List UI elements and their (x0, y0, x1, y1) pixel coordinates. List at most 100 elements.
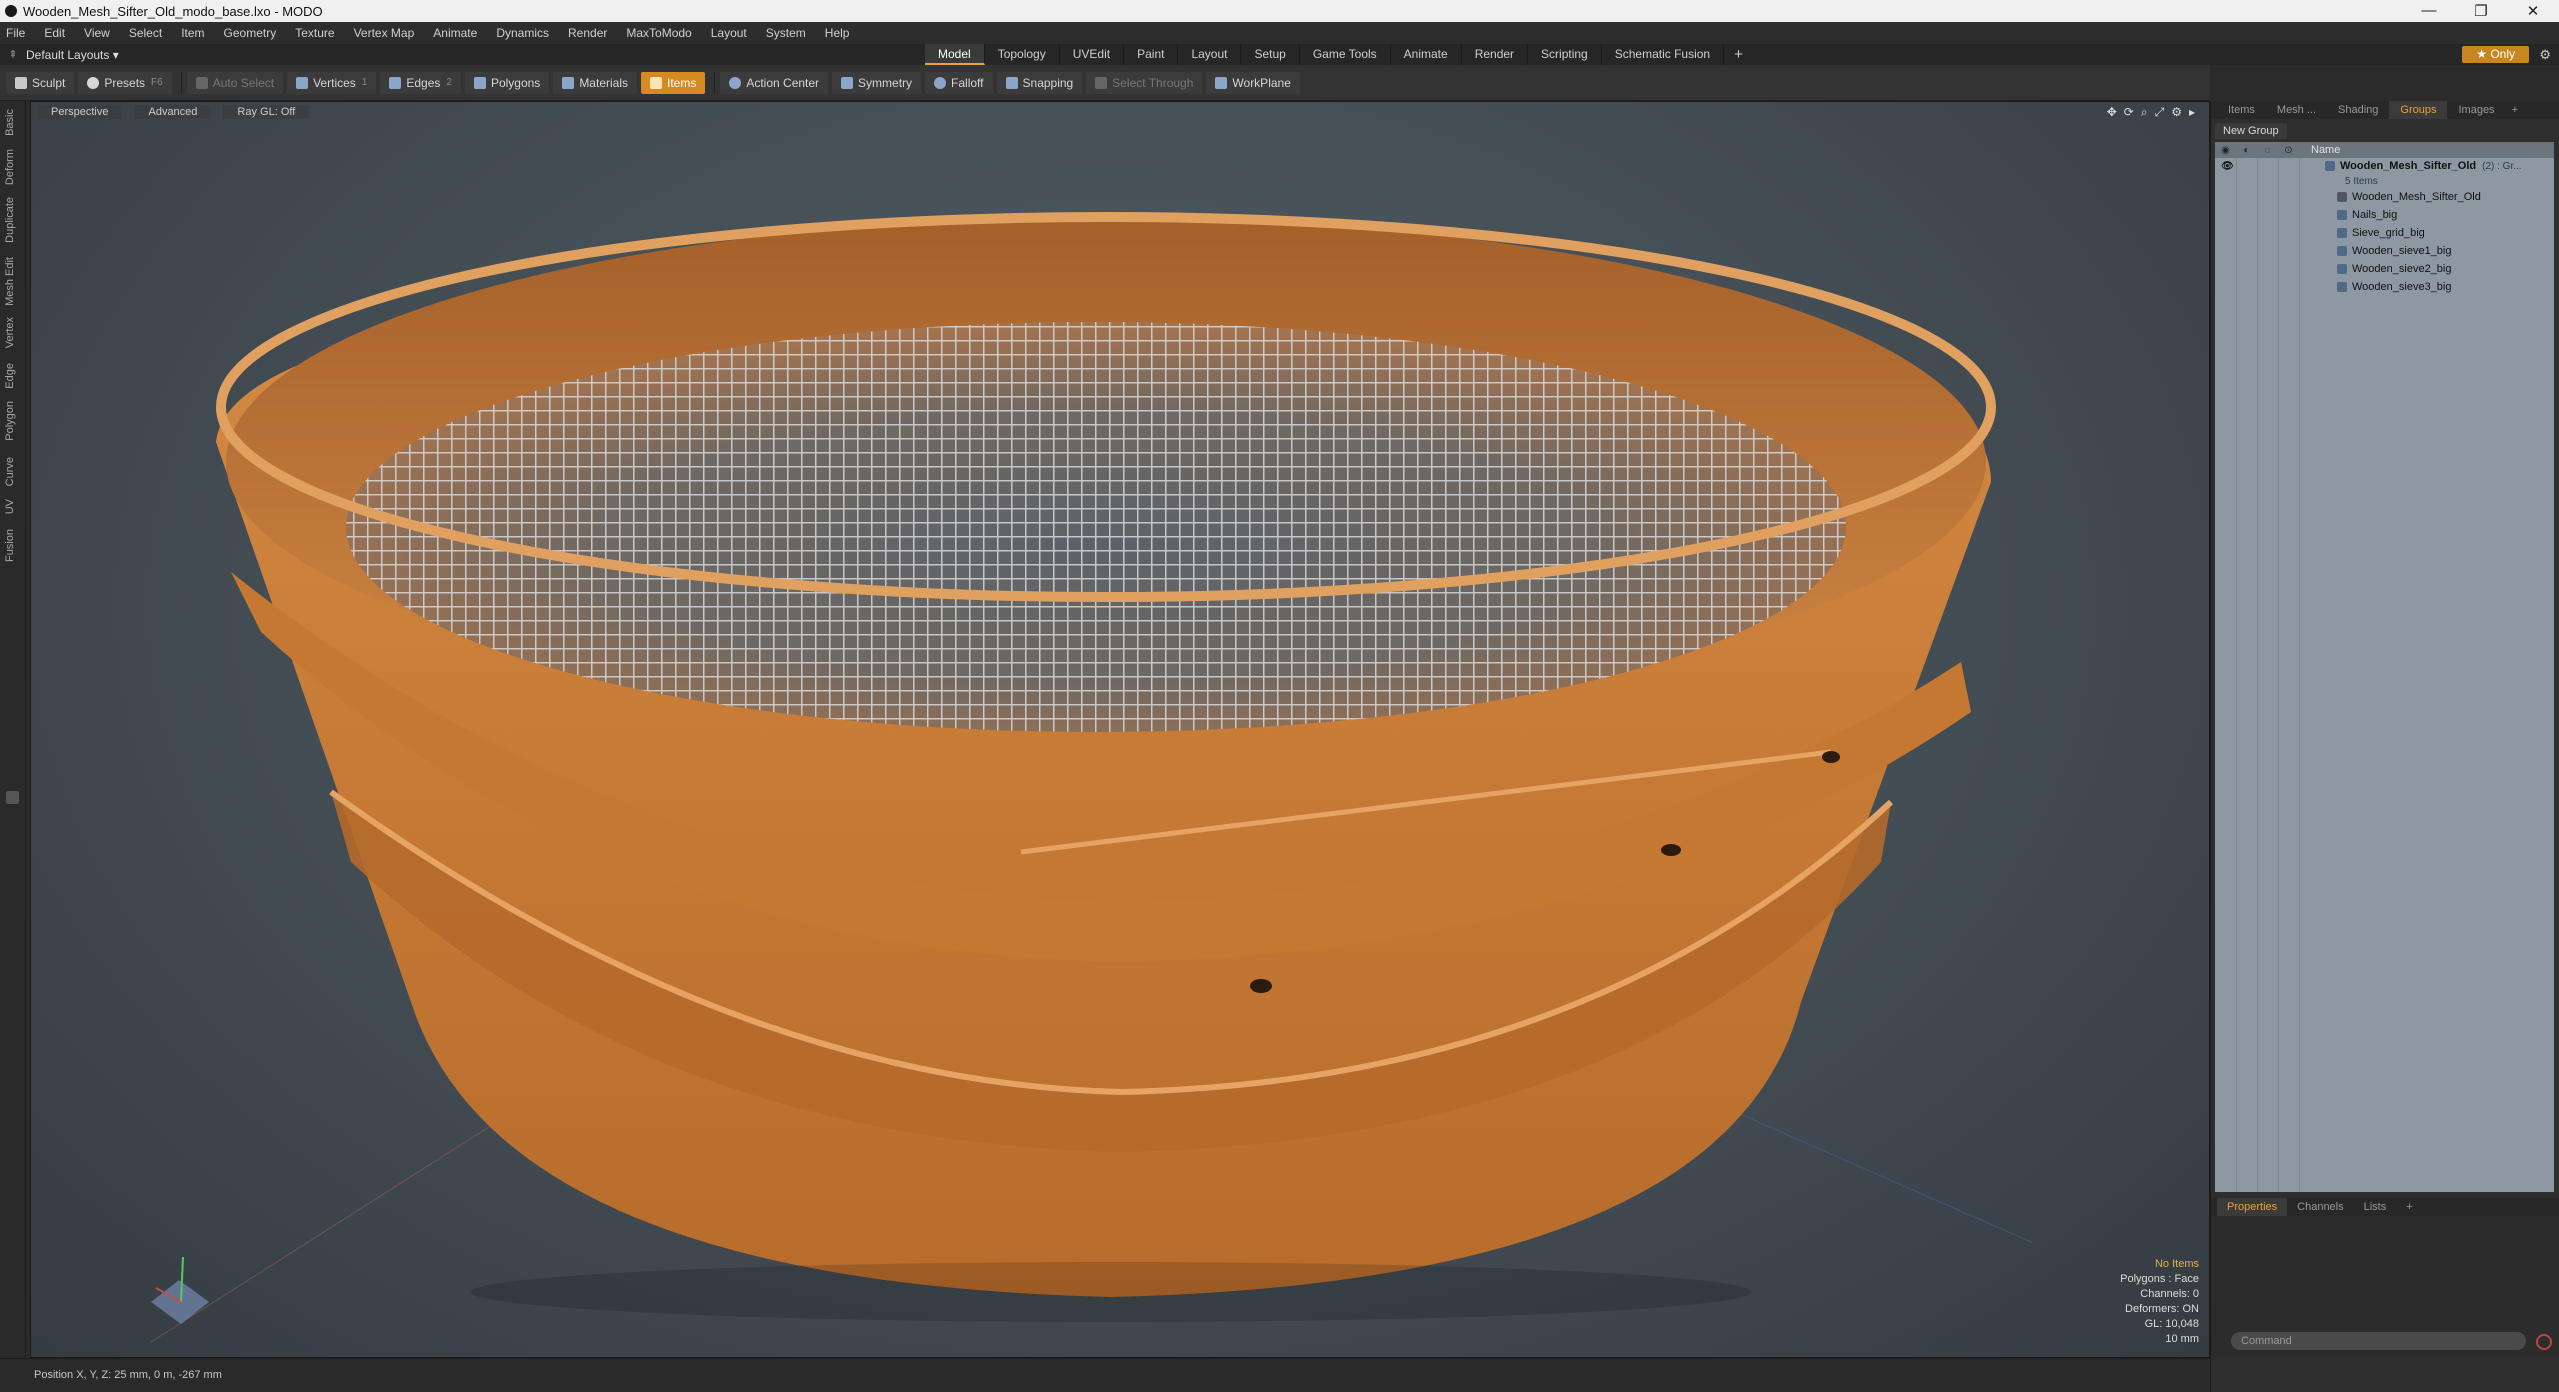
minimize-button[interactable]: — (2403, 2, 2455, 20)
menu-render[interactable]: Render (568, 26, 607, 40)
tab-paint[interactable]: Paint (1124, 44, 1179, 65)
symmetry-icon (841, 76, 854, 89)
menu-system[interactable]: System (766, 26, 806, 40)
edges-button[interactable]: Edges 2 (380, 71, 461, 94)
menu-file[interactable]: File (6, 26, 25, 40)
raygl-toggle[interactable]: Ray GL: Off (223, 105, 310, 119)
zoom-view-icon[interactable]: ⌕ (2141, 105, 2148, 120)
command-input[interactable]: Command (2231, 1332, 2526, 1350)
materials-button[interactable]: Materials (553, 71, 637, 94)
tab-mesh[interactable]: Mesh ... (2266, 101, 2327, 119)
command-history-icon[interactable] (2536, 1334, 2552, 1350)
pin-icon[interactable]: ⇞ (0, 48, 26, 61)
add-panel-tab-icon[interactable]: + (2512, 104, 2518, 116)
snapping-button[interactable]: Snapping (996, 71, 1083, 94)
menu-help[interactable]: Help (825, 26, 850, 40)
viewport-settings-icon[interactable]: ⚙ (2171, 105, 2182, 120)
sculpt-button[interactable]: Sculpt (6, 71, 75, 94)
tab-channels[interactable]: Channels (2287, 1198, 2353, 1216)
fit-view-icon[interactable]: ⤢ (2155, 105, 2165, 120)
list-item[interactable]: Wooden_sieve1_big (2215, 242, 2554, 260)
tab-schematic-fusion[interactable]: Schematic Fusion (1602, 44, 1725, 65)
vertices-button[interactable]: Vertices 1 (287, 71, 377, 94)
list-item[interactable]: Wooden_Mesh_Sifter_Old (2215, 188, 2554, 206)
list-item[interactable]: Wooden_sieve2_big (2215, 260, 2554, 278)
menu-layout[interactable]: Layout (711, 26, 747, 40)
strip-tab-deform[interactable]: Deform (4, 149, 16, 185)
shading-advanced-dropdown[interactable]: Advanced (134, 105, 212, 119)
auto-select-button[interactable]: Auto Select (186, 71, 284, 94)
tab-images[interactable]: Images (2447, 101, 2505, 119)
3d-viewport[interactable]: Perspective Advanced Ray GL: Off ✥ ⟳ ⌕ ⤢… (30, 101, 2210, 1358)
list-item[interactable]: Sieve_grid_big (2215, 224, 2554, 242)
render-column-icon[interactable]: ◐ (2236, 145, 2257, 156)
view-perspective-dropdown[interactable]: Perspective (37, 105, 123, 119)
strip-tab-mesh-edit[interactable]: Mesh Edit (4, 257, 16, 306)
menu-view[interactable]: View (84, 26, 110, 40)
tab-properties[interactable]: Properties (2217, 1198, 2288, 1216)
mesh-icon (2337, 210, 2347, 220)
list-item[interactable]: Wooden_sieve3_big (2215, 278, 2554, 296)
strip-tab-duplicate[interactable]: Duplicate (4, 197, 16, 243)
items-button[interactable]: Items (641, 71, 706, 94)
strip-tab-edge[interactable]: Edge (4, 363, 16, 389)
only-button[interactable]: ★ Only (2462, 46, 2529, 63)
menu-item[interactable]: Item (181, 26, 204, 40)
tab-uvedit[interactable]: UVEdit (1060, 44, 1125, 65)
symmetry-button[interactable]: Symmetry (832, 71, 922, 94)
menu-vertex-map[interactable]: Vertex Map (354, 26, 415, 40)
default-layouts-dropdown[interactable]: Default Layouts ▾ (26, 48, 126, 62)
strip-tab-curve[interactable]: Curve (4, 457, 16, 486)
menu-texture[interactable]: Texture (295, 26, 334, 40)
close-button[interactable]: ✕ (2507, 2, 2559, 20)
new-group-button[interactable]: New Group (2215, 123, 2287, 139)
tab-model[interactable]: Model (925, 44, 985, 65)
add-prop-tab-icon[interactable]: + (2396, 1198, 2422, 1216)
strip-tab-basic[interactable]: Basic (4, 109, 16, 136)
menu-edit[interactable]: Edit (44, 26, 65, 40)
tab-game-tools[interactable]: Game Tools (1300, 44, 1391, 65)
tab-render[interactable]: Render (1462, 44, 1529, 65)
workplane-button[interactable]: WorkPlane (1206, 71, 1300, 94)
strip-tab-polygon[interactable]: Polygon (4, 401, 16, 441)
add-tab-icon[interactable]: + (1724, 46, 1753, 63)
tab-layout[interactable]: Layout (1178, 44, 1242, 65)
tab-setup[interactable]: Setup (1241, 44, 1300, 65)
visibility-column-icon[interactable]: ◉ (2215, 145, 2236, 156)
strip-tab-uv[interactable]: UV (4, 499, 16, 514)
tab-animate[interactable]: Animate (1391, 44, 1462, 65)
falloff-button[interactable]: Falloff (925, 71, 993, 94)
menu-animate[interactable]: Animate (433, 26, 477, 40)
lock-column-icon[interactable]: ◌ (2257, 145, 2278, 156)
group-row-root[interactable]: 👁 Wooden_Mesh_Sifter_Old (2) : Gr... (2215, 158, 2554, 174)
move-view-icon[interactable]: ✥ (2107, 105, 2117, 120)
menu-select[interactable]: Select (129, 26, 162, 40)
select-through-button[interactable]: Select Through (1086, 71, 1203, 94)
strip-tab-fusion[interactable]: Fusion (4, 529, 16, 562)
visibility-eye-icon[interactable]: 👁 (2221, 161, 2234, 172)
menu-geometry[interactable]: Geometry (224, 26, 277, 40)
action-center-icon (729, 76, 742, 89)
select-column-icon[interactable]: ⊙ (2278, 145, 2299, 156)
tab-topology[interactable]: Topology (985, 44, 1060, 65)
tab-shading[interactable]: Shading (2327, 101, 2389, 119)
presets-button[interactable]: Presets F6 (78, 71, 172, 94)
list-item[interactable]: Nails_big (2215, 206, 2554, 224)
polygons-button[interactable]: Polygons (464, 71, 550, 94)
menu-dynamics[interactable]: Dynamics (496, 26, 549, 40)
rotate-view-icon[interactable]: ⟳ (2124, 105, 2134, 120)
tab-lists[interactable]: Lists (2354, 1198, 2397, 1216)
tab-groups[interactable]: Groups (2389, 101, 2448, 119)
tab-items[interactable]: Items (2217, 101, 2266, 119)
strip-toggle-icon[interactable] (6, 791, 19, 804)
window-title: Wooden_Mesh_Sifter_Old_modo_base.lxo - M… (23, 3, 323, 19)
action-center-button[interactable]: Action Center (720, 71, 829, 94)
mesh-icon (2337, 264, 2347, 274)
expand-icon[interactable]: ▸ (2189, 105, 2195, 120)
locator-icon (2337, 192, 2347, 202)
maximize-button[interactable]: ❐ (2455, 2, 2507, 20)
gear-icon[interactable]: ⚙ (2539, 47, 2551, 63)
strip-tab-vertex[interactable]: Vertex (4, 317, 16, 348)
tab-scripting[interactable]: Scripting (1528, 44, 1602, 65)
menu-maxtomodo[interactable]: MaxToModo (626, 26, 691, 40)
